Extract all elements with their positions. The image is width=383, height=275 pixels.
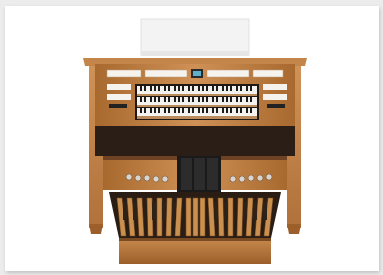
expression-pedals bbox=[177, 156, 221, 192]
photo-card bbox=[5, 6, 379, 271]
pedalboard bbox=[109, 192, 281, 264]
music-rack bbox=[140, 18, 250, 56]
manual-keyboards bbox=[135, 84, 259, 120]
organ-photo bbox=[83, 18, 307, 264]
